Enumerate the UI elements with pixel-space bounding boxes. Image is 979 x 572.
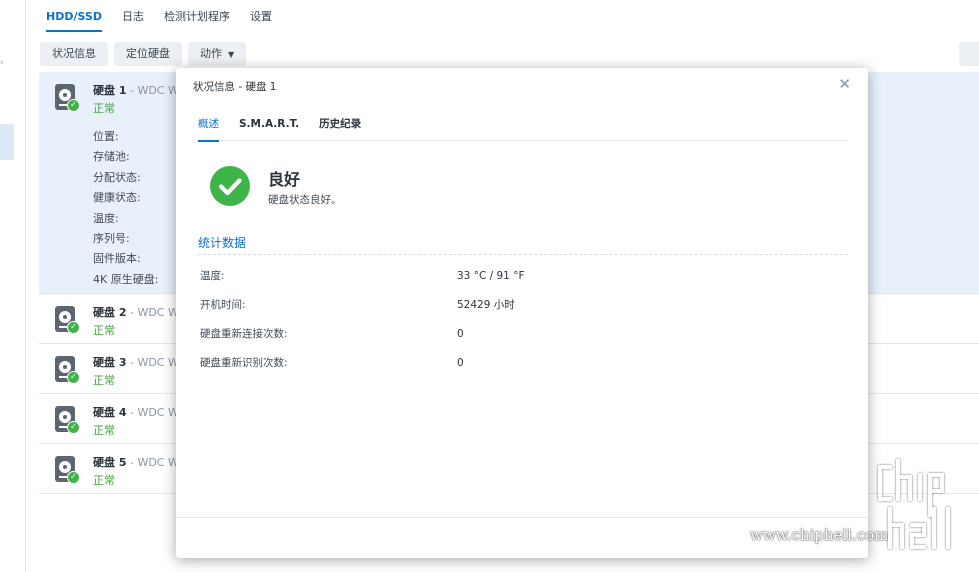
- stat-label: 硬盘重新连接次数:: [200, 328, 288, 340]
- tab-overview[interactable]: 概述: [198, 114, 219, 142]
- main-tabs: HDD/SSD 日志 检测计划程序 设置: [46, 0, 292, 34]
- disk-status: 正常: [93, 102, 115, 115]
- check-icon: ✓: [67, 421, 80, 434]
- caret-down-icon: ▼: [228, 50, 235, 59]
- hdd-icon: ✓: [55, 306, 80, 334]
- stat-value: 33 °C / 91 °F: [457, 270, 525, 282]
- check-icon: ✓: [67, 471, 80, 484]
- health-title: 良好: [268, 170, 301, 189]
- watermark-site: www.chiphell.com: [750, 526, 889, 544]
- stat-value: 0: [457, 328, 464, 340]
- stat-row: 开机时间: 52429 小时: [200, 294, 840, 323]
- tab-test-schedule[interactable]: 检测计划程序: [164, 0, 230, 34]
- prop-temperature: 温度:: [93, 211, 119, 225]
- prop-serial: 序列号:: [93, 231, 130, 245]
- locate-disk-button[interactable]: 定位硬盘: [114, 42, 182, 66]
- status-info-dialog: 状况信息 - 硬盘 1 ✕ 概述 S.M.A.R.T. 历史纪录 良好 硬盘状态…: [176, 68, 868, 558]
- tab-settings[interactable]: 设置: [250, 0, 272, 34]
- check-icon: ✓: [67, 99, 80, 112]
- stat-label: 硬盘重新识别次数:: [200, 357, 288, 369]
- disk-properties: 位置: 存储池: 分配状态: 健康状态: 温度: 序列号: 固件版本: 4K 原…: [93, 127, 158, 290]
- disk-name: 硬盘 4 - WDC W: [93, 406, 179, 419]
- prop-health-status: 健康状态:: [93, 191, 141, 205]
- dialog-tabs: 概述 S.M.A.R.T. 历史纪录: [198, 114, 848, 142]
- hdd-icon: ✓: [55, 84, 80, 112]
- stat-row: 硬盘重新连接次数: 0: [200, 323, 840, 352]
- hdd-icon: ✓: [55, 406, 80, 434]
- chevron-left-icon[interactable]: ‹: [0, 58, 4, 68]
- disk-status: 正常: [93, 324, 115, 337]
- toolbar-filter-stub[interactable]: [959, 42, 979, 66]
- watermark-logo: [878, 459, 950, 549]
- stat-label: 开机时间:: [200, 299, 246, 311]
- dialog-header[interactable]: 状况信息 - 硬盘 1 ✕: [176, 68, 868, 102]
- disk-status: 正常: [93, 374, 115, 387]
- disk-name: 硬盘 2 - WDC W: [93, 306, 179, 319]
- disk-name: 硬盘 5 - WDC W: [93, 456, 179, 469]
- disk-status: 正常: [93, 424, 115, 437]
- disk-name: 硬盘 1 - WDC W: [93, 84, 179, 97]
- status-info-button[interactable]: 状况信息: [40, 42, 108, 66]
- action-button-label: 动作: [200, 47, 222, 60]
- stat-value: 52429 小时: [457, 299, 515, 311]
- disk-status: 正常: [93, 474, 115, 487]
- hdd-icon: ✓: [55, 356, 80, 384]
- tab-history[interactable]: 历史纪录: [319, 114, 361, 141]
- stat-row: 硬盘重新识别次数: 0: [200, 352, 840, 381]
- check-icon: ✓: [67, 371, 80, 384]
- prop-firmware: 固件版本:: [93, 252, 141, 266]
- dialog-footer-divider: [176, 517, 868, 518]
- stat-value: 0: [457, 357, 464, 369]
- tab-log[interactable]: 日志: [122, 0, 144, 34]
- hdd-icon: ✓: [55, 456, 80, 484]
- check-icon: ✓: [67, 321, 80, 334]
- toolbar: 状况信息 定位硬盘 动作 ▼: [40, 42, 247, 66]
- prop-storage-pool: 存储池:: [93, 150, 130, 164]
- stats-table: 温度: 33 °C / 91 °F 开机时间: 52429 小时 硬盘重新连接次…: [200, 265, 840, 381]
- section-title: 统计数据: [198, 236, 247, 250]
- stat-row: 温度: 33 °C / 91 °F: [200, 265, 840, 294]
- prop-location: 位置:: [93, 130, 119, 143]
- prop-4k-native: 4K 原生硬盘:: [93, 272, 159, 286]
- health-description: 硬盘状态良好。: [268, 194, 342, 206]
- left-panel-selected-item[interactable]: [0, 124, 14, 160]
- dialog-title: 状况信息 - 硬盘 1: [193, 81, 277, 93]
- tab-smart[interactable]: S.M.A.R.T.: [239, 114, 299, 141]
- disk-name: 硬盘 3 - WDC W: [93, 356, 179, 369]
- section-divider: [198, 254, 848, 255]
- check-icon: [210, 166, 250, 206]
- tab-hdd-ssd[interactable]: HDD/SSD: [46, 0, 102, 34]
- action-button[interactable]: 动作 ▼: [188, 42, 247, 66]
- close-icon[interactable]: ✕: [838, 76, 851, 92]
- prop-allocation-status: 分配状态:: [93, 170, 141, 184]
- left-panel: ‹: [0, 0, 26, 572]
- stat-label: 温度:: [200, 270, 225, 282]
